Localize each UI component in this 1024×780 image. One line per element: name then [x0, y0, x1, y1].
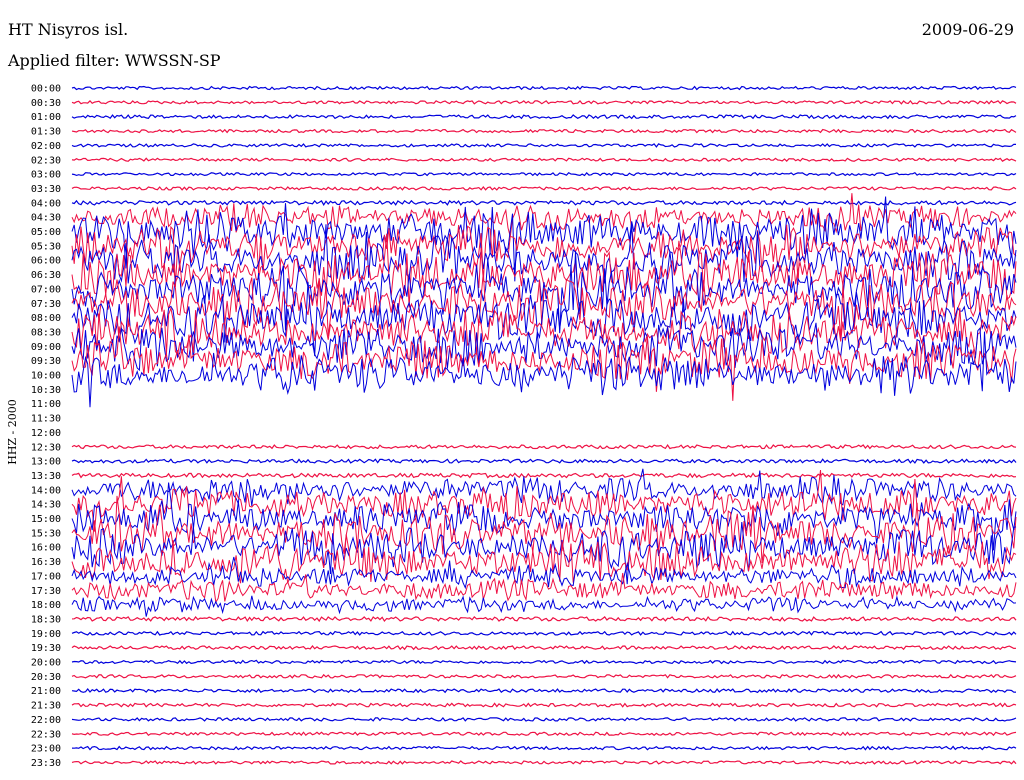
trace-2230: [71, 731, 1017, 737]
row-label-2130: 21:30: [31, 701, 61, 712]
trace-1900: [71, 630, 1017, 636]
trace-1300: [71, 458, 1017, 464]
row-label-1830: 18:30: [31, 614, 61, 625]
row-label-0700: 07:00: [31, 284, 61, 295]
trace-2330: [71, 760, 1017, 765]
row-label-1000: 10:00: [31, 371, 61, 382]
row-label-0800: 08:00: [31, 313, 61, 324]
trace-0400: [71, 199, 1017, 206]
row-label-1800: 18:00: [31, 600, 61, 611]
row-label-0100: 01:00: [31, 112, 61, 123]
row-label-1200: 12:00: [31, 428, 61, 439]
row-label-0330: 03:30: [31, 184, 61, 195]
row-label-0300: 03:00: [31, 170, 61, 181]
trace-1400: [71, 468, 1017, 506]
row-label-2030: 20:30: [31, 672, 61, 683]
row-label-1500: 15:00: [31, 514, 61, 525]
row-label-1100: 11:00: [31, 399, 61, 410]
row-label-2330: 23:30: [31, 758, 61, 769]
trace-0000: [71, 85, 1017, 91]
row-label-0000: 00:00: [31, 84, 61, 95]
trace-2130: [71, 702, 1017, 708]
row-label-1330: 13:30: [31, 471, 61, 482]
row-label-1530: 15:30: [31, 528, 61, 539]
row-label-1230: 12:30: [31, 442, 61, 453]
row-label-1430: 14:30: [31, 500, 61, 511]
row-label-2000: 20:00: [31, 658, 61, 669]
row-label-0430: 04:30: [31, 213, 61, 224]
trace-1930: [71, 645, 1017, 651]
row-label-1730: 17:30: [31, 586, 61, 597]
trace-2200: [71, 716, 1017, 722]
row-label-2200: 22:00: [31, 715, 61, 726]
trace-0100: [71, 114, 1017, 120]
trace-0930: [71, 326, 1017, 401]
row-label-1930: 19:30: [31, 643, 61, 654]
row-label-1600: 16:00: [31, 543, 61, 554]
trace-0330: [71, 186, 1017, 191]
row-label-1900: 19:00: [31, 629, 61, 640]
trace-1730: [71, 572, 1017, 604]
row-label-0130: 01:30: [31, 127, 61, 138]
row-label-0030: 00:30: [31, 98, 61, 109]
trace-0230: [71, 157, 1017, 163]
trace-1330: [71, 472, 1017, 479]
row-label-2300: 23:00: [31, 744, 61, 755]
row-label-0930: 09:30: [31, 356, 61, 367]
row-label-0530: 05:30: [31, 241, 61, 252]
trace-2000: [71, 659, 1017, 665]
row-label-1130: 11:30: [31, 414, 61, 425]
row-label-1400: 14:00: [31, 485, 61, 496]
helicorder-plot: 00:00 00:30 01:00 01:30 02:00 02:30 03:00 03:30…: [31, 84, 1017, 769]
row-label-0830: 08:30: [31, 327, 61, 338]
trace-2100: [71, 688, 1017, 694]
trace-2030: [71, 673, 1017, 679]
trace-0200: [71, 143, 1017, 148]
row-label-0200: 02:00: [31, 141, 61, 152]
trace-group: [71, 85, 1017, 765]
row-label-0630: 06:30: [31, 270, 61, 281]
trace-1830: [71, 615, 1017, 623]
trace-1530: [71, 495, 1017, 563]
trace-1500: [71, 482, 1017, 551]
row-label-group: 00:00 00:30 01:00 01:30 02:00 02:30 03:00 03:30…: [31, 84, 61, 769]
trace-1230: [71, 444, 1017, 450]
row-label-0600: 06:00: [31, 256, 61, 267]
trace-0030: [71, 99, 1017, 105]
trace-0300: [71, 171, 1017, 177]
row-label-1300: 13:00: [31, 457, 61, 468]
trace-2300: [71, 745, 1017, 751]
row-label-0230: 02:30: [31, 155, 61, 166]
row-label-0730: 07:30: [31, 299, 61, 310]
trace-0600: [71, 223, 1017, 284]
row-label-1030: 10:30: [31, 385, 61, 396]
row-label-0400: 04:00: [31, 198, 61, 209]
row-label-2100: 21:00: [31, 686, 61, 697]
trace-0130: [71, 128, 1017, 134]
row-label-1700: 17:00: [31, 571, 61, 582]
trace-1800: [71, 595, 1017, 617]
row-label-1630: 16:30: [31, 557, 61, 568]
row-label-2230: 22:30: [31, 729, 61, 740]
row-label-0900: 09:00: [31, 342, 61, 353]
row-label-0500: 05:00: [31, 227, 61, 238]
